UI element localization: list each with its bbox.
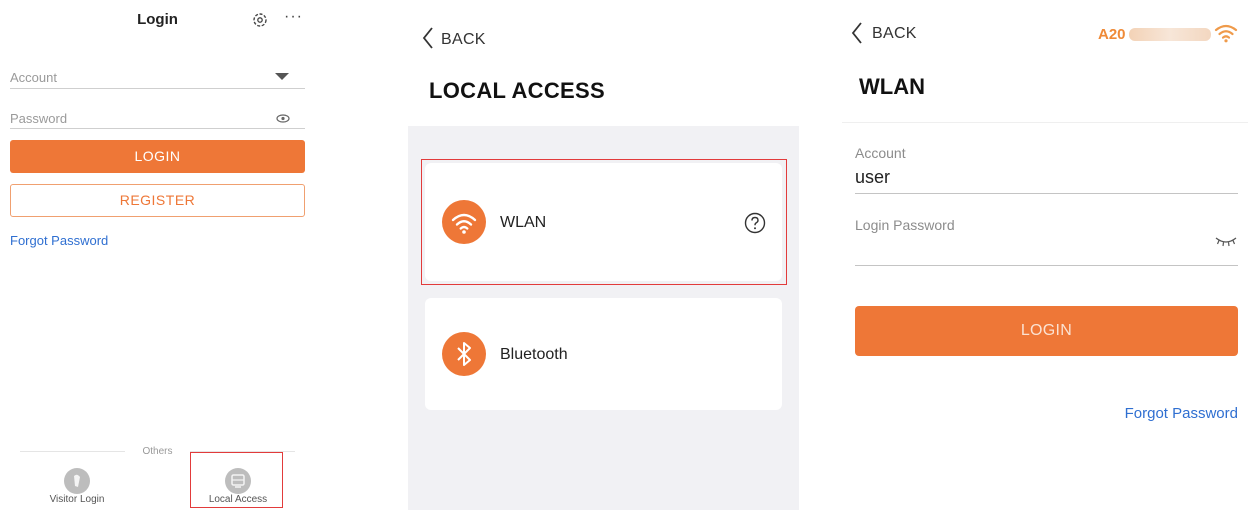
back-button[interactable]: BACK [872,25,917,43]
back-button[interactable]: BACK [441,31,486,49]
password-input[interactable] [855,238,1195,262]
password-underline [10,128,305,129]
login-button[interactable]: LOGIN [855,306,1238,356]
login-screen: Login ··· Account Password LOGIN REGISTE… [0,0,320,510]
visitor-login-button[interactable]: Visitor Login [37,494,117,505]
device-serial-blurred [1129,28,1211,41]
password-label: Login Password [855,217,955,233]
local-access-screen: BACK LOCAL ACCESS WLAN Bluetooth [408,0,799,510]
wifi-signal-icon [1214,24,1238,43]
visitor-icon[interactable] [64,468,90,494]
account-underline [10,88,305,89]
more-icon[interactable]: ··· [284,8,303,26]
page-title: WLAN [859,74,925,99]
account-label: Account [855,145,906,161]
highlight-box [421,159,787,285]
highlight-box [190,452,283,508]
divider [842,122,1248,123]
back-chevron-icon[interactable] [422,26,434,56]
password-input[interactable]: Password [10,111,67,126]
wlan-login-screen: BACK A20 WLAN Account user Login Passwor… [842,0,1248,510]
gear-icon[interactable] [251,11,269,29]
account-input[interactable]: user [855,167,890,188]
device-name: A20 [1098,26,1126,43]
password-underline [855,265,1238,266]
login-button[interactable]: LOGIN [10,140,305,173]
account-input[interactable]: Account [10,70,57,85]
dropdown-icon[interactable] [275,73,289,81]
forgot-password-link[interactable]: Forgot Password [10,233,108,248]
register-button[interactable]: REGISTER [10,184,305,217]
bluetooth-option[interactable]: Bluetooth [425,298,782,410]
bluetooth-icon [442,332,486,376]
forgot-password-link[interactable]: Forgot Password [1125,405,1238,422]
account-underline [855,193,1238,194]
bluetooth-label: Bluetooth [500,346,568,363]
eye-icon[interactable] [276,114,290,123]
eye-closed-icon[interactable] [1214,235,1238,247]
page-title: LOCAL ACCESS [429,78,605,103]
back-chevron-icon[interactable] [851,21,863,50]
